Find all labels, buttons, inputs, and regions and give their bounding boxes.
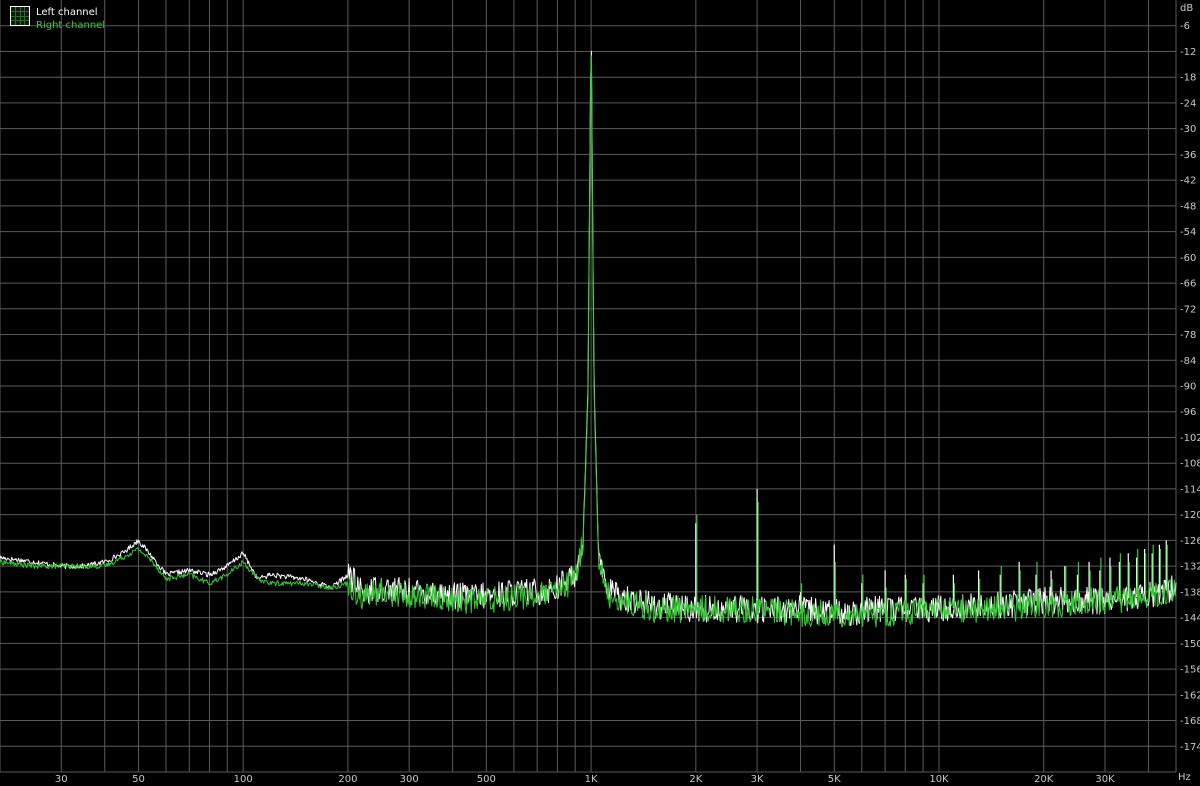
y-tick-label: -138 <box>1180 587 1200 598</box>
spectrum-chart: -6 -12 -18 -24 -30 -36 -42 -48 -54 -60 -66 -72 -78 -8… <box>0 0 1200 786</box>
y-axis-ticks: -6 -12 -18 -24 -30 -36 -42 -48 -54 -60 -66 -72 -78 -8… <box>1180 21 1200 753</box>
x-tick-label: 20K <box>1034 774 1054 785</box>
y-tick-label: -84 <box>1180 356 1196 367</box>
x-tick-label: 100 <box>234 774 253 785</box>
y-tick-label: -30 <box>1180 124 1196 135</box>
legend-right-channel: Right channel <box>36 20 106 31</box>
y-tick-label: -174 <box>1180 742 1200 753</box>
y-tick-label: -108 <box>1180 459 1200 470</box>
chart-svg: -6 -12 -18 -24 -30 -36 -42 -48 -54 -60 -66 -72 -78 -8… <box>0 0 1200 785</box>
y-tick-label: -36 <box>1180 150 1196 161</box>
y-tick-label: -6 <box>1180 21 1190 32</box>
x-tick-label: 50 <box>132 774 145 785</box>
y-tick-label: -162 <box>1180 690 1200 701</box>
x-tick-label: 500 <box>477 774 496 785</box>
y-tick-label: -72 <box>1180 304 1196 315</box>
y-unit-label: dB <box>1180 3 1193 14</box>
y-tick-label: -48 <box>1180 201 1196 212</box>
y-tick-label: -12 <box>1180 47 1196 58</box>
legend: Left channel Right channel <box>10 6 105 32</box>
series-right-channel <box>0 55 1177 628</box>
x-tick-label: 30 <box>55 774 68 785</box>
y-tick-label: -90 <box>1180 382 1196 393</box>
x-tick-label: 1K <box>585 774 598 785</box>
x-tick-label: 200 <box>338 774 357 785</box>
x-unit-label: Hz <box>1178 772 1191 783</box>
y-tick-label: -114 <box>1180 484 1200 495</box>
y-tick-label: -168 <box>1180 716 1200 727</box>
x-tick-label: 3K <box>751 774 764 785</box>
y-tick-label: -120 <box>1180 510 1200 521</box>
y-tick-label: -60 <box>1180 253 1196 264</box>
y-tick-label: -102 <box>1180 433 1200 444</box>
y-tick-label: -66 <box>1180 279 1196 290</box>
y-tick-label: -132 <box>1180 562 1200 573</box>
legend-grid-icon[interactable] <box>10 6 30 26</box>
y-tick-label: -24 <box>1180 98 1196 109</box>
y-tick-label: -150 <box>1180 639 1200 650</box>
y-tick-label: -156 <box>1180 665 1200 676</box>
y-tick-label: -96 <box>1180 407 1196 418</box>
y-tick-label: -42 <box>1180 176 1196 187</box>
x-tick-label: 5K <box>828 774 841 785</box>
x-tick-label: 30K <box>1095 774 1115 785</box>
y-tick-label: -126 <box>1180 536 1200 547</box>
y-tick-label: -18 <box>1180 73 1196 84</box>
y-tick-label: -54 <box>1180 227 1196 238</box>
x-tick-label: 2K <box>689 774 702 785</box>
y-tick-label: -78 <box>1180 330 1196 341</box>
legend-left-channel: Left channel <box>36 7 98 18</box>
x-axis-ticks: 30 50 100 200 300 500 1K 2K 3K 5K 10K 20K 30K <box>55 774 1115 785</box>
legend-labels: Left channel Right channel <box>36 6 105 32</box>
x-tick-label: 300 <box>400 774 419 785</box>
x-tick-label: 10K <box>929 774 949 785</box>
y-tick-label: -144 <box>1180 613 1200 624</box>
